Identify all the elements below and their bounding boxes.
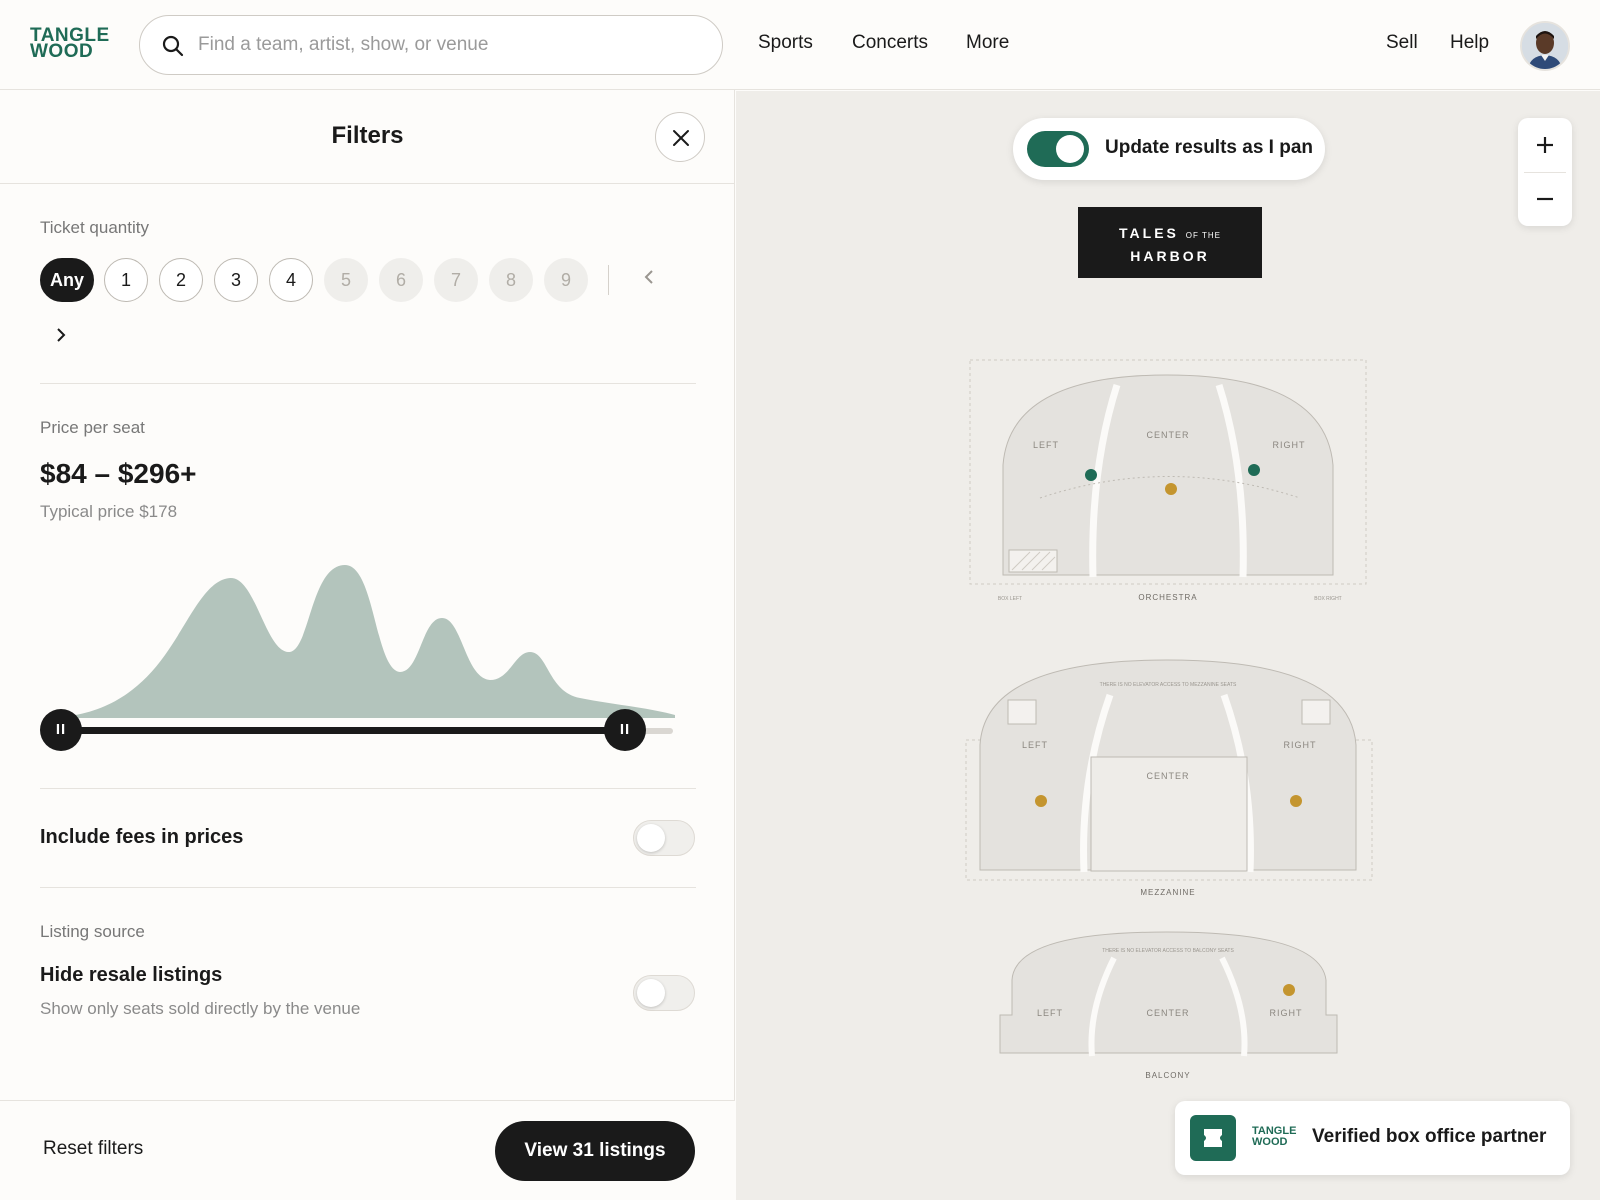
mezzanine-note: THERE IS NO ELEVATOR ACCESS TO MEZZANINE… — [1100, 682, 1237, 688]
show-logo-word2: HARBOR — [1130, 248, 1210, 264]
toggle-knob — [1056, 135, 1084, 163]
show-logo-small: OF THE — [1185, 231, 1221, 240]
nav-sell[interactable]: Sell — [1386, 32, 1418, 54]
qty-option-8[interactable]: 8 — [489, 258, 533, 302]
toggle-knob — [637, 824, 665, 852]
qty-option-9[interactable]: 9 — [544, 258, 588, 302]
nav-more[interactable]: More — [966, 32, 1009, 54]
include-fees-toggle[interactable] — [633, 820, 695, 856]
header-divider — [0, 183, 735, 184]
hide-resale-sublabel: Show only seats sold directly by the ven… — [40, 999, 361, 1018]
verified-partner-badge: TANGLE WOOD Verified box office partner — [1175, 1101, 1570, 1175]
listing-marker[interactable] — [1290, 795, 1302, 807]
view-listings-button[interactable]: View 31 listings — [495, 1121, 695, 1181]
ticket-icon — [1190, 1115, 1236, 1161]
listing-marker[interactable] — [1248, 464, 1260, 476]
plus-icon — [1537, 137, 1553, 153]
orchestra-right-label: RIGHT — [1273, 440, 1306, 450]
search-input[interactable] — [198, 28, 698, 62]
chevron-right-icon[interactable] — [55, 324, 67, 350]
listing-marker[interactable] — [1165, 483, 1177, 495]
zoom-in-button[interactable] — [1518, 118, 1572, 172]
balcony-center-label: CENTER — [1146, 1008, 1189, 1018]
nav-concerts[interactable]: Concerts — [852, 32, 928, 54]
ticket-quantity-label: Ticket quantity — [40, 218, 149, 237]
orchestra-section[interactable]: LEFT CENTER RIGHT ORCHESTRA BOX LEFT BOX… — [969, 359, 1367, 602]
nav-help[interactable]: Help — [1450, 32, 1489, 54]
logo-line-2: WOOD — [30, 41, 94, 62]
mezzanine-name: MEZZANINE — [1140, 888, 1195, 897]
mezzanine-right-label: RIGHT — [1284, 740, 1317, 750]
show-logo-word1: TALES — [1119, 225, 1179, 241]
price-slider-range — [60, 727, 625, 734]
qty-option-1[interactable]: 1 — [104, 258, 148, 302]
mezzanine-section[interactable]: THERE IS NO ELEVATOR ACCESS TO MEZZANINE… — [965, 659, 1373, 897]
filters-title: Filters — [331, 122, 404, 149]
mezzanine-left-label: LEFT — [1022, 740, 1048, 750]
price-range-value: $84 – $296+ — [40, 458, 197, 489]
top-header: TANGLE WOOD Sports Concerts More Sell He… — [0, 0, 1600, 90]
balcony-note: THERE IS NO ELEVATOR ACCESS TO BALCONY S… — [1102, 948, 1234, 954]
reset-filters-button[interactable]: Reset filters — [43, 1138, 143, 1160]
orchestra-center-label: CENTER — [1146, 430, 1189, 440]
qty-option-3[interactable]: 3 — [214, 258, 258, 302]
hide-resale-label: Hide resale listings — [40, 964, 223, 986]
close-filters-button[interactable] — [655, 112, 705, 162]
avatar-image — [1522, 23, 1568, 69]
balcony-name: BALCONY — [1145, 1071, 1190, 1080]
orchestra-name: ORCHESTRA — [1138, 593, 1197, 602]
price-histogram — [70, 565, 675, 718]
nav-sports[interactable]: Sports — [758, 32, 813, 54]
partner-logo-line-2: WOOD — [1252, 1136, 1288, 1148]
section-divider — [40, 887, 696, 888]
price-slider-min-handle[interactable]: II — [40, 709, 82, 751]
include-fees-label: Include fees in prices — [40, 826, 244, 848]
update-as-pan-control[interactable]: Update results as I pan — [1013, 118, 1325, 180]
hide-resale-toggle[interactable] — [633, 975, 695, 1011]
site-logo[interactable]: TANGLE WOOD — [30, 26, 110, 62]
listing-marker[interactable] — [1035, 795, 1047, 807]
search-icon — [162, 35, 184, 57]
zoom-out-button[interactable] — [1518, 172, 1572, 226]
minus-icon — [1537, 197, 1553, 201]
price-per-seat-label: Price per seat — [40, 418, 145, 437]
qty-option-6[interactable]: 6 — [379, 258, 423, 302]
section-divider — [40, 788, 696, 789]
update-as-pan-label: Update results as I pan — [1105, 137, 1314, 158]
section-divider — [40, 383, 696, 384]
partner-logo: TANGLE WOOD — [1252, 1126, 1296, 1148]
box-left-label: BOX LEFT — [998, 596, 1022, 602]
user-avatar[interactable] — [1520, 21, 1570, 71]
show-logo: TALES OF THE HARBOR — [1078, 207, 1262, 278]
qty-option-4[interactable]: 4 — [269, 258, 313, 302]
qty-option-7[interactable]: 7 — [434, 258, 478, 302]
toggle-knob — [637, 979, 665, 1007]
listing-source-label: Listing source — [40, 922, 145, 941]
update-as-pan-toggle[interactable] — [1027, 131, 1089, 167]
balcony-section[interactable]: THERE IS NO ELEVATOR ACCESS TO BALCONY S… — [999, 931, 1338, 1080]
qty-option-2[interactable]: 2 — [159, 258, 203, 302]
orchestra-left-label: LEFT — [1033, 440, 1059, 450]
balcony-left-label: LEFT — [1037, 1008, 1063, 1018]
listing-marker[interactable] — [1085, 469, 1097, 481]
qty-separator — [608, 265, 609, 295]
listing-marker[interactable] — [1283, 984, 1295, 996]
balcony-right-label: RIGHT — [1270, 1008, 1303, 1018]
chevron-left-icon[interactable] — [643, 266, 655, 292]
zoom-controls — [1518, 118, 1572, 226]
qty-option-any[interactable]: Any — [40, 258, 94, 302]
search-bar[interactable] — [139, 15, 723, 75]
typical-price: Typical price $178 — [40, 502, 178, 521]
close-icon — [673, 130, 689, 146]
box-right-label: BOX RIGHT — [1314, 596, 1342, 602]
verified-partner-text: Verified box office partner — [1312, 1126, 1547, 1147]
mezzanine-center-label: CENTER — [1146, 771, 1189, 781]
price-slider-max-handle[interactable]: II — [604, 709, 646, 751]
qty-option-5[interactable]: 5 — [324, 258, 368, 302]
